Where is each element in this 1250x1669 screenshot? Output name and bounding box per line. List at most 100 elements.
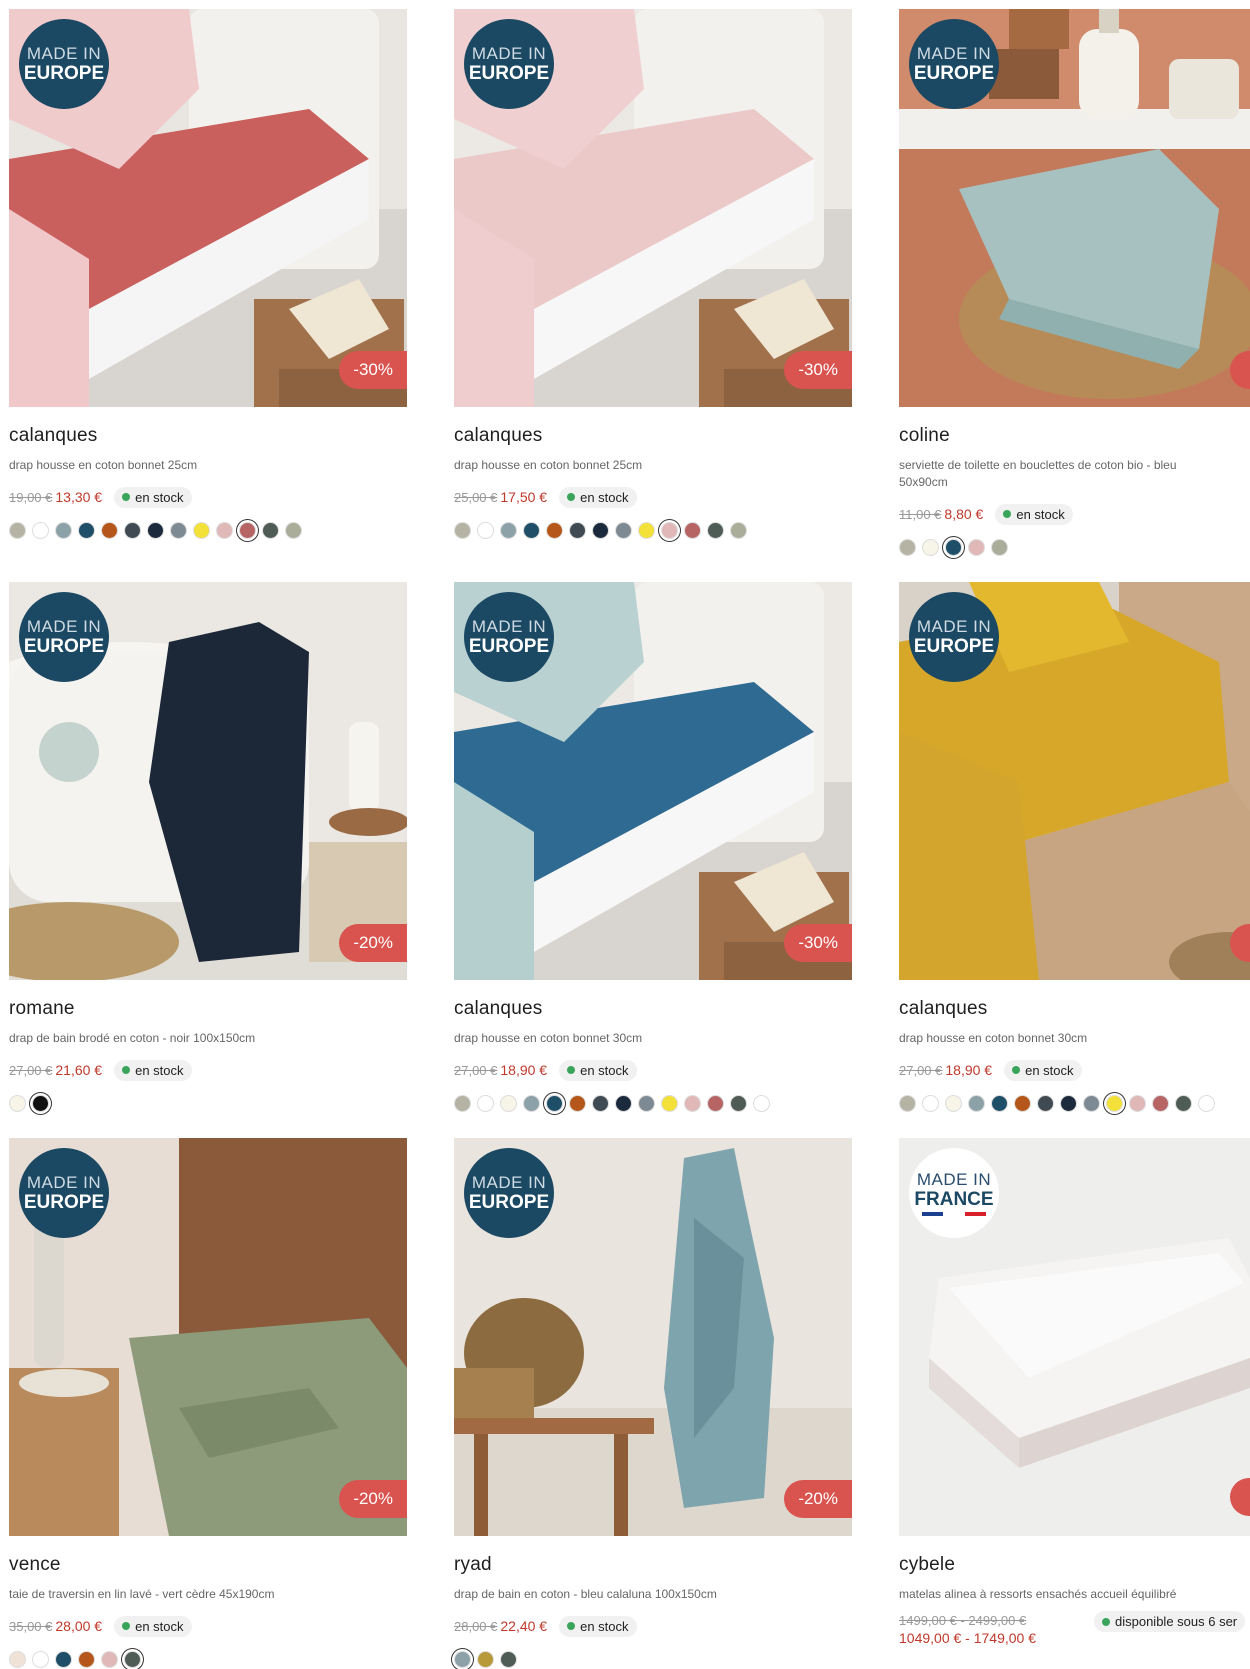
color-swatch[interactable] [1037,1095,1054,1112]
color-swatch[interactable] [500,1651,517,1668]
color-swatch[interactable] [9,522,26,539]
color-swatch[interactable] [32,1095,49,1112]
color-swatch[interactable] [707,1095,724,1112]
product-image[interactable]: MADE IN EUROPE -20% [9,1138,407,1536]
product-title[interactable]: coline [899,425,1250,447]
color-swatch[interactable] [922,1095,939,1112]
color-swatch[interactable] [55,1651,72,1668]
color-swatch[interactable] [968,539,985,556]
product-card[interactable]: MADE IN EUROPE calanques drap housse en … [899,582,1250,1115]
product-title[interactable]: calanques [9,425,407,447]
product-image[interactable]: MADE IN FRANCE [899,1138,1250,1536]
color-swatch[interactable] [1083,1095,1100,1112]
color-swatch[interactable] [32,522,49,539]
color-swatch[interactable] [1175,1095,1192,1112]
color-swatch[interactable] [1014,1095,1031,1112]
color-swatch[interactable] [922,539,939,556]
color-swatch[interactable] [78,1651,95,1668]
color-swatch[interactable] [615,522,632,539]
color-swatch[interactable] [9,1651,26,1668]
color-swatch[interactable] [899,539,916,556]
product-image[interactable]: MADE IN EUROPE [899,582,1250,980]
product-image[interactable]: MADE IN EUROPE -30% [9,9,407,407]
product-image[interactable]: MADE IN EUROPE -20% [9,582,407,980]
color-swatch[interactable] [500,1095,517,1112]
stock-badge: en stock [114,1059,192,1081]
color-swatch[interactable] [193,522,210,539]
color-swatch[interactable] [477,1095,494,1112]
color-swatch[interactable] [684,1095,701,1112]
color-swatch[interactable] [638,1095,655,1112]
color-swatch[interactable] [730,522,747,539]
color-swatch[interactable] [707,522,724,539]
product-card[interactable]: MADE IN EUROPE -30% calanques drap houss… [454,582,852,1115]
product-image[interactable]: MADE IN EUROPE -30% [454,582,852,980]
product-title[interactable]: cybele [899,1554,1250,1576]
product-title[interactable]: calanques [454,425,852,447]
color-swatch[interactable] [454,522,471,539]
color-swatch[interactable] [1060,1095,1077,1112]
color-swatch[interactable] [124,1651,141,1668]
color-swatch[interactable] [899,1095,916,1112]
product-card[interactable]: MADE IN EUROPE -20% ryad drap de bain en… [454,1138,852,1669]
color-swatch[interactable] [991,539,1008,556]
color-swatch[interactable] [124,522,141,539]
color-swatch[interactable] [1129,1095,1146,1112]
color-swatch[interactable] [523,522,540,539]
product-card[interactable]: MADE IN EUROPE -30% calanques drap houss… [454,9,852,542]
color-swatch[interactable] [968,1095,985,1112]
color-swatch[interactable] [477,1651,494,1668]
color-swatch[interactable] [216,522,233,539]
product-title[interactable]: calanques [454,998,852,1020]
color-swatch[interactable] [101,522,118,539]
color-swatch[interactable] [1152,1095,1169,1112]
color-swatch[interactable] [523,1095,540,1112]
color-swatch[interactable] [569,1095,586,1112]
color-swatch[interactable] [1198,1095,1215,1112]
product-card[interactable]: MADE IN EUROPE -20% vence taie de traver… [9,1138,407,1669]
color-swatch[interactable] [592,1095,609,1112]
color-swatch[interactable] [730,1095,747,1112]
color-swatch[interactable] [78,522,95,539]
old-price: 25,00 € [454,489,498,505]
color-swatch[interactable] [546,1095,563,1112]
product-card[interactable]: MADE IN EUROPE -20% romane drap de bain … [9,582,407,1115]
color-swatch[interactable] [55,522,72,539]
color-swatch[interactable] [991,1095,1008,1112]
color-swatch[interactable] [945,1095,962,1112]
product-title[interactable]: vence [9,1554,407,1576]
color-swatch[interactable] [454,1095,471,1112]
color-swatch[interactable] [147,522,164,539]
color-swatch[interactable] [9,1095,26,1112]
product-title[interactable]: ryad [454,1554,852,1576]
badge-line2: EUROPE [23,63,105,84]
color-swatch[interactable] [500,522,517,539]
color-swatch[interactable] [32,1651,49,1668]
color-swatch[interactable] [546,522,563,539]
color-swatch[interactable] [638,522,655,539]
product-image[interactable]: MADE IN EUROPE [899,9,1250,407]
color-swatch[interactable] [615,1095,632,1112]
product-image[interactable]: MADE IN EUROPE -20% [454,1138,852,1536]
color-swatch[interactable] [753,1095,770,1112]
color-swatch[interactable] [1106,1095,1123,1112]
color-swatch[interactable] [661,1095,678,1112]
product-card[interactable]: MADE IN FRANCE cybele matelas alinea à r… [899,1138,1250,1651]
color-swatch[interactable] [592,522,609,539]
color-swatch[interactable] [684,522,701,539]
product-image[interactable]: MADE IN EUROPE -30% [454,9,852,407]
color-swatch[interactable] [454,1651,471,1668]
color-swatch[interactable] [101,1651,118,1668]
color-swatch[interactable] [661,522,678,539]
product-card[interactable]: MADE IN EUROPE -30% calanques drap houss… [9,9,407,542]
color-swatch[interactable] [945,539,962,556]
color-swatch[interactable] [477,522,494,539]
color-swatch[interactable] [569,522,586,539]
color-swatch[interactable] [170,522,187,539]
product-title[interactable]: calanques [899,998,1250,1020]
product-title[interactable]: romane [9,998,407,1020]
color-swatch[interactable] [262,522,279,539]
color-swatch[interactable] [239,522,256,539]
color-swatch[interactable] [285,522,302,539]
product-card[interactable]: MADE IN EUROPE coline serviette de toile… [899,9,1250,559]
